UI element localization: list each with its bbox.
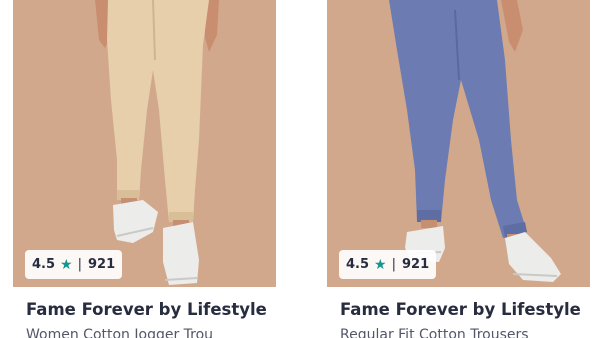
rating-divider: | — [391, 257, 396, 272]
rating-count: 921 — [87, 257, 116, 272]
star-icon: ★ — [60, 256, 73, 273]
product-card[interactable]: 4.5 ★ | 921 Fame Forever by Lifestyle Wo… — [13, 0, 276, 338]
rating-badge: 4.5 ★ | 921 — [25, 250, 123, 279]
product-image[interactable]: 4.5 ★ | 921 — [13, 0, 276, 287]
rating-count: 921 — [401, 257, 430, 272]
star-icon: ★ — [374, 256, 387, 273]
product-title[interactable]: Women Cotton Jogger Trou — [26, 327, 213, 338]
rating-value: 4.5 — [346, 257, 370, 272]
product-photo-beige-joggers — [13, 0, 276, 287]
product-image[interactable]: 4.5 ★ | 921 — [327, 0, 590, 287]
rating-value: 4.5 — [32, 257, 56, 272]
product-brand[interactable]: Fame Forever by Lifestyle — [26, 300, 267, 319]
product-grid: 4.5 ★ | 921 Fame Forever by Lifestyle Wo… — [0, 0, 597, 338]
product-title[interactable]: Regular Fit Cotton Trousers — [340, 327, 529, 338]
product-photo-blue-trousers — [327, 0, 590, 287]
product-card[interactable]: 4.5 ★ | 921 Fame Forever by Lifestyle Re… — [327, 0, 590, 338]
rating-badge: 4.5 ★ | 921 — [339, 250, 437, 279]
rating-divider: | — [77, 257, 82, 272]
product-brand[interactable]: Fame Forever by Lifestyle — [340, 300, 581, 319]
